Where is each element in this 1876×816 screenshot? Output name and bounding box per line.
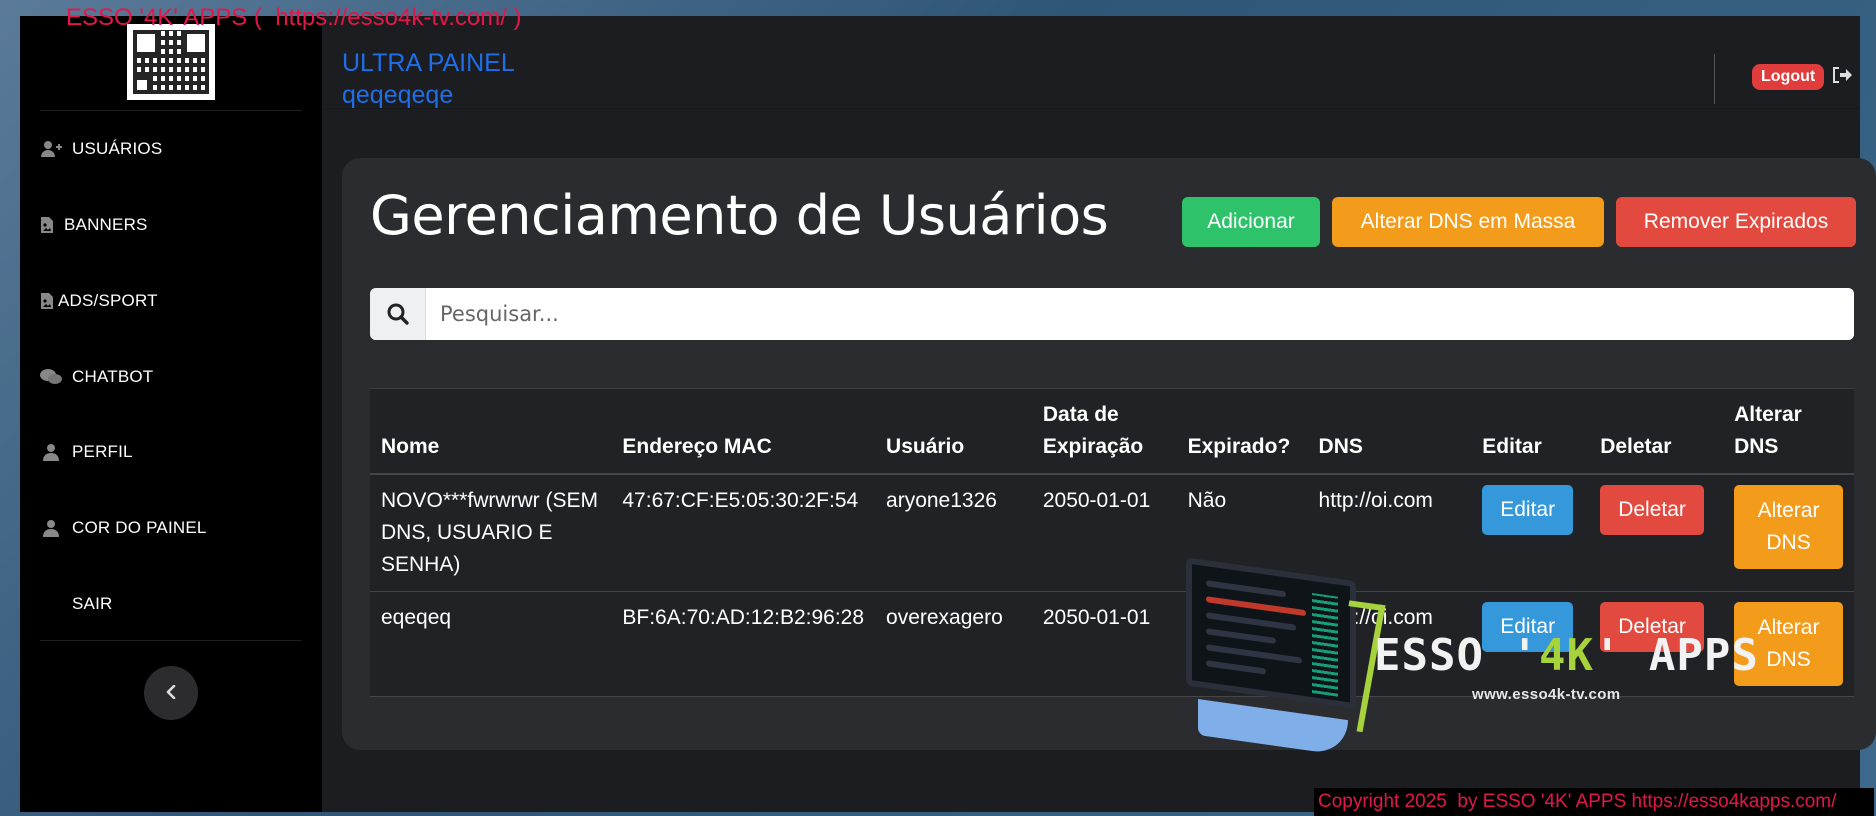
cell-expiration: 2050-01-01 <box>1031 474 1177 592</box>
table-header-row: Nome Endereço MAC Usuário Data de Expiraç… <box>370 388 1854 475</box>
search-icon[interactable] <box>370 288 426 340</box>
mass-dns-button[interactable]: Alterar DNS em Massa <box>1332 197 1604 247</box>
header-line: Alterar <box>1734 403 1802 426</box>
header-line: Data de <box>1042 403 1119 426</box>
header-line: Expiração <box>1042 435 1144 458</box>
search-input[interactable] <box>426 288 1854 340</box>
cell-edit: Editar <box>1471 474 1590 592</box>
cell-delete: Deletar <box>1589 591 1724 697</box>
sidebar-item-chatbot[interactable]: CHATBOT <box>40 362 153 392</box>
cell-alter-dns: Alterar DNS <box>1723 591 1854 697</box>
cell-expired: Não <box>1176 591 1308 697</box>
sidebar-item-icon-empty <box>40 595 62 613</box>
delete-button[interactable]: Deletar <box>1600 485 1704 535</box>
edit-button[interactable]: Editar <box>1482 485 1574 535</box>
column-header-edit[interactable]: Editar <box>1471 388 1590 475</box>
edit-button[interactable]: Editar <box>1482 602 1574 652</box>
table-row: eqeqeq BF:6A:70:AD:12:B2:96:28 overexage… <box>370 591 1854 697</box>
add-user-button[interactable]: Adicionar <box>1182 197 1320 247</box>
app-frame: USUÁRIOS BANNERS ADS/SPORT CHATBOT PERFI <box>20 16 1876 812</box>
column-header-expiration[interactable]: Data de Expiração <box>1031 388 1177 475</box>
column-header-mac[interactable]: Endereço MAC <box>611 388 876 475</box>
logout-button[interactable]: Logout <box>1752 64 1825 90</box>
sidebar-item-usuarios[interactable]: USUÁRIOS <box>40 134 162 164</box>
cell-name: NOVO***fwrwrwr (SEM DNS, USUARIO E SENHA… <box>370 474 612 592</box>
sidebar-item-banners[interactable]: BANNERS <box>40 210 148 240</box>
cell-delete: Deletar <box>1589 474 1724 592</box>
table-row: NOVO***fwrwrwr (SEM DNS, USUARIO E SENHA… <box>370 474 1854 592</box>
file-image-icon <box>40 292 54 310</box>
users-card: Gerenciamento de Usuários Adicionar Alte… <box>342 158 1876 750</box>
sidebar-item-sair[interactable]: SAIR <box>40 589 112 619</box>
sidebar-item-label: CHATBOT <box>72 367 154 386</box>
comments-icon <box>40 368 62 386</box>
cell-expiration: 2050-01-01 <box>1031 591 1177 697</box>
sidebar-collapse-button[interactable] <box>144 666 198 720</box>
sidebar-item-ads-sport[interactable]: ADS/SPORT <box>40 286 158 316</box>
column-header-delete[interactable]: Deletar <box>1589 388 1724 475</box>
user-icon <box>40 443 62 461</box>
chevron-left-icon <box>165 684 177 703</box>
sidebar-item-label: BANNERS <box>64 215 148 234</box>
cell-mac: BF:6A:70:AD:12:B2:96:28 <box>611 591 876 697</box>
column-header-dns[interactable]: DNS <box>1307 388 1472 475</box>
cell-name: eqeqeq <box>370 591 612 697</box>
user-icon <box>40 519 62 537</box>
panel-title-name: ULTRA PAINEL <box>342 49 515 77</box>
sidebar-divider <box>40 640 302 641</box>
topbar-divider <box>1714 54 1715 104</box>
sidebar-item-label: COR DO PAINEL <box>72 518 207 537</box>
sign-out-icon[interactable] <box>1832 67 1852 87</box>
users-table: Nome Endereço MAC Usuário Data de Expiraç… <box>370 388 1854 697</box>
sidebar-item-cor-do-painel[interactable]: COR DO PAINEL <box>40 513 207 543</box>
sidebar-item-label: SAIR <box>72 594 113 613</box>
panel-title-user: qeqeqeqe <box>342 81 454 109</box>
search-bar <box>370 288 1854 340</box>
sidebar-item-label: USUÁRIOS <box>72 139 163 158</box>
alter-dns-button[interactable]: Alterar DNS <box>1734 602 1843 686</box>
column-header-user[interactable]: Usuário <box>875 388 1032 475</box>
copyright-bar: Copyright 2025 by ESSO '4K' APPS https:/… <box>1314 788 1874 816</box>
cell-dns: http://oi.com <box>1307 591 1472 697</box>
sidebar-divider <box>40 110 302 111</box>
file-image-icon <box>40 216 54 234</box>
column-header-alter-dns[interactable]: Alterar DNS <box>1723 388 1854 475</box>
qr-code-image <box>127 24 215 100</box>
column-header-name[interactable]: Nome <box>370 388 612 475</box>
delete-button[interactable]: Deletar <box>1600 602 1704 652</box>
brand-top-text: ESSO '4K' APPS ( https://esso4k-tv.com/ … <box>66 4 522 31</box>
remove-expired-button[interactable]: Remover Expirados <box>1616 197 1856 247</box>
sidebar-item-perfil[interactable]: PERFIL <box>40 437 133 467</box>
user-plus-icon <box>40 140 62 158</box>
column-header-expired[interactable]: Expirado? <box>1176 388 1308 475</box>
cell-expired: Não <box>1176 474 1308 592</box>
cell-user: overexagero <box>875 591 1032 697</box>
cell-user: aryone1326 <box>875 474 1032 592</box>
page-title: Gerenciamento de Usuários <box>370 184 1109 247</box>
cell-edit: Editar <box>1471 591 1590 697</box>
cell-alter-dns: Alterar DNS <box>1723 474 1854 592</box>
header-line: DNS <box>1734 435 1779 458</box>
sidebar-item-label: PERFIL <box>72 442 133 461</box>
cell-dns: http://oi.com <box>1307 474 1472 592</box>
sidebar-item-label: ADS/SPORT <box>58 291 158 310</box>
panel-title: ULTRA PAINEL qeqeqeqe <box>342 47 515 111</box>
alter-dns-button[interactable]: Alterar DNS <box>1734 485 1843 569</box>
cell-mac: 47:67:CF:E5:05:30:2F:54 <box>611 474 876 592</box>
sidebar: USUÁRIOS BANNERS ADS/SPORT CHATBOT PERFI <box>20 16 322 812</box>
header-separator <box>322 108 1860 109</box>
